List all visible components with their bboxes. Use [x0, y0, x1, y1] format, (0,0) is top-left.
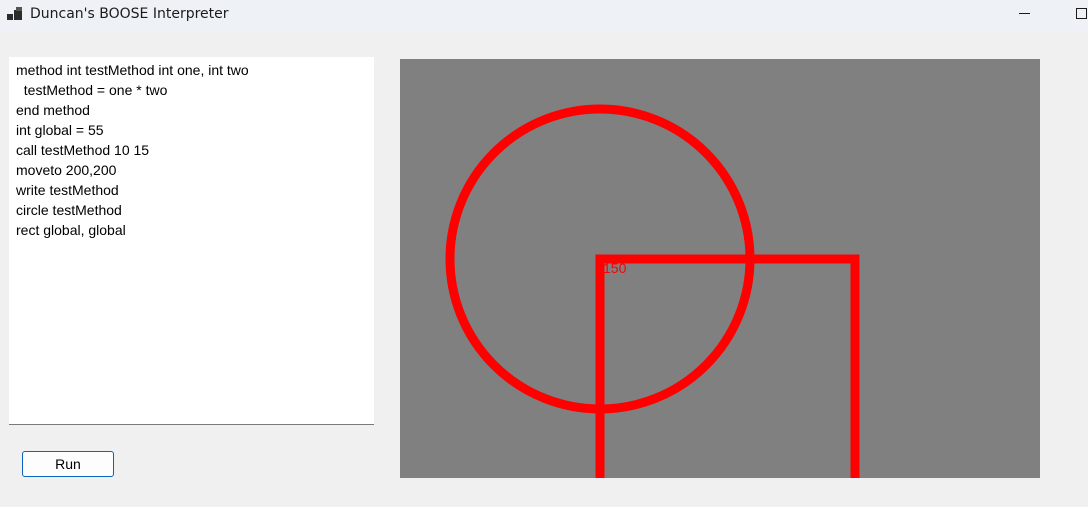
drawn-rectangle [595, 254, 860, 478]
window-title: Duncan's BOOSE Interpreter [30, 6, 229, 22]
code-line: method int testMethod int one, int two [16, 62, 249, 78]
canvas-drawing [445, 104, 860, 478]
code-line: testMethod = one * two [16, 82, 168, 98]
minimize-button[interactable] [1010, 0, 1040, 31]
code-line: int global = 55 [16, 122, 104, 138]
drawing-canvas: 150 [400, 59, 1040, 478]
code-line: moveto 200,200 [16, 162, 117, 178]
title-bar: Duncan's BOOSE Interpreter [0, 0, 1088, 31]
code-line: rect global, global [16, 222, 126, 238]
maximize-button[interactable] [1066, 0, 1088, 31]
code-line: end method [16, 102, 90, 118]
code-line: write testMethod [16, 182, 119, 198]
code-editor[interactable]: method int testMethod int one, int two t… [9, 57, 374, 425]
code-line: circle testMethod [16, 202, 122, 218]
code-line: call testMethod 10 15 [16, 142, 150, 158]
app-icon [7, 7, 22, 20]
run-button[interactable]: Run [22, 451, 114, 477]
canvas-text-output: 150 [603, 260, 627, 276]
